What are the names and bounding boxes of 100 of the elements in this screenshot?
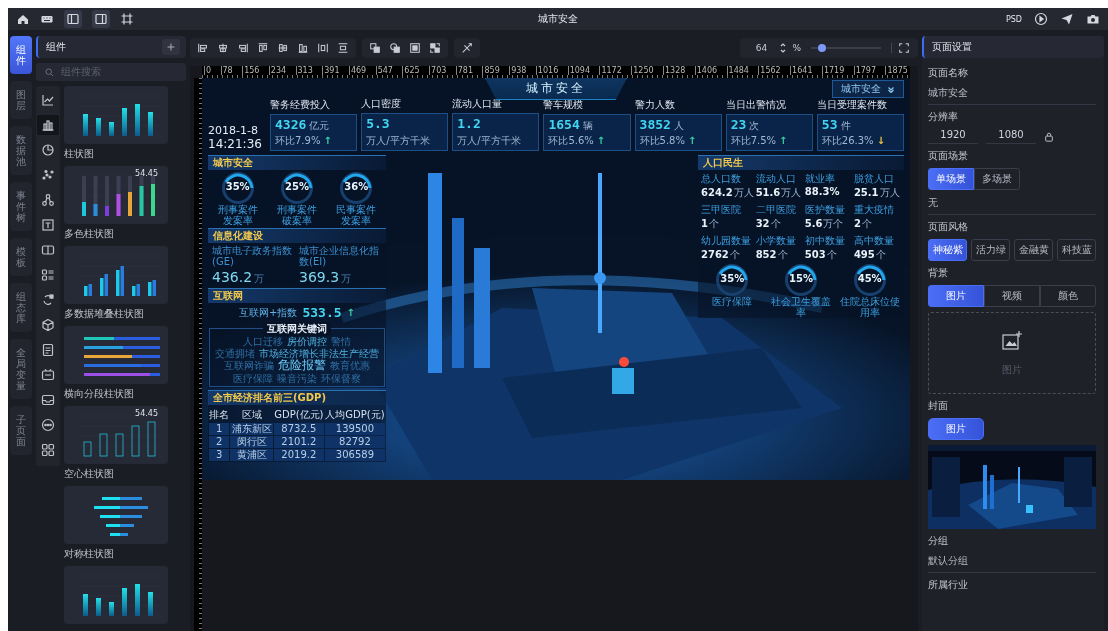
scene-field[interactable]: 无	[928, 195, 1096, 215]
width-field[interactable]: 1920	[928, 129, 978, 144]
gauge-arc	[787, 265, 817, 281]
gauge-value: 36%	[343, 181, 370, 192]
metric-unit: 万个	[823, 217, 844, 231]
stat-change: 环比5.8%	[639, 134, 685, 148]
align-icon[interactable]	[315, 42, 331, 54]
field-label: 页面风格	[928, 220, 969, 234]
gauge-label: 刑事案件发案率	[216, 204, 259, 226]
keyword: 交通拥堵	[215, 347, 255, 359]
play-icon[interactable]	[1034, 12, 1048, 26]
keyword-title: 互联网关键词	[263, 322, 331, 336]
option-button[interactable]: 单场景	[928, 168, 974, 190]
stat-unit: 件	[840, 119, 851, 133]
group-icon[interactable]	[367, 42, 383, 54]
name-field[interactable]: 城市安全	[928, 85, 1096, 105]
ruler-label: 78	[220, 66, 233, 75]
stat-label: 警务经费投入	[270, 98, 331, 112]
height-field[interactable]: 1080	[986, 129, 1036, 144]
metric-unit: 万	[254, 272, 265, 286]
stepper-icon[interactable]	[780, 42, 787, 54]
ruler-label: 391	[322, 66, 340, 75]
export-format-button[interactable]: PSD	[1005, 14, 1022, 24]
option-button[interactable]: 图片	[928, 285, 984, 307]
chart-thumbnail[interactable]: 54.45	[64, 166, 168, 224]
frame-icon[interactable]	[120, 12, 134, 26]
stat-label: 流动人口量	[452, 97, 504, 111]
cover-button[interactable]: 图片	[928, 418, 984, 440]
table-cell: 2101.2	[273, 436, 324, 449]
ruler-label: 313	[295, 66, 313, 75]
option-button[interactable]: 科技蓝	[1057, 239, 1096, 261]
zoom-field[interactable]: 64	[748, 43, 775, 53]
stat-value: 5.3	[366, 116, 390, 131]
table-cell: 3	[209, 449, 230, 462]
stat-value: 1.2	[457, 116, 481, 131]
ruler-label: 1641	[790, 66, 813, 75]
metric-unit: 个	[861, 217, 872, 231]
group-icon[interactable]	[407, 42, 423, 54]
option-button[interactable]: 活力绿	[971, 239, 1010, 261]
up-arrow: ↑	[779, 135, 788, 146]
lock-icon[interactable]	[1044, 131, 1054, 142]
gauge-arc	[343, 173, 372, 189]
component-label: 对称柱状图	[64, 547, 115, 561]
option-button[interactable]: 视频	[984, 285, 1040, 307]
stat-label: 警力人数	[634, 98, 676, 112]
side-tab[interactable]: 事件树	[10, 182, 32, 231]
component-label: 横向分段柱状图	[64, 387, 135, 401]
add-button[interactable]	[162, 39, 180, 55]
home-icon[interactable]	[16, 12, 30, 26]
metric-unit: 万人	[879, 186, 900, 200]
table-cell: 139500	[324, 423, 385, 436]
stat-change: 环比26.3%	[821, 134, 874, 148]
side-tab[interactable]: 全局变量	[10, 339, 32, 399]
side-tab[interactable]: 模板	[10, 238, 32, 276]
option-button[interactable]: 金融黄	[1014, 239, 1053, 261]
stat-unit: 万人/平方千米	[457, 134, 521, 148]
keyword: 教育优惠	[330, 360, 370, 372]
camera-icon[interactable]	[1086, 12, 1100, 26]
search-icon	[44, 66, 55, 78]
stat-unit: 亿元	[309, 119, 330, 133]
scene-selector[interactable]: 城市安全	[832, 80, 904, 98]
field-label: 分组	[928, 534, 949, 548]
option-button[interactable]: 多场景	[974, 168, 1020, 190]
option-button[interactable]: 神秘紫	[928, 239, 967, 261]
metric-value: 88.3%	[804, 186, 840, 197]
chart-thumbnail[interactable]: 54.45	[64, 406, 168, 464]
bar-chart-icon[interactable]	[37, 115, 59, 135]
dashboard-title: 城市安全	[485, 78, 627, 100]
side-tab[interactable]: 图层	[10, 81, 32, 119]
keyword: 人口迁移	[243, 336, 283, 348]
stat-label: 警车规模	[543, 98, 585, 112]
metric-value: 1	[701, 218, 708, 229]
metric-unit: 个	[777, 248, 788, 262]
plus-icon	[165, 41, 177, 53]
fullscreen-icon[interactable]	[898, 42, 910, 54]
side-tab[interactable]: 子页面	[10, 406, 32, 455]
keyword: 环保督察	[321, 372, 361, 385]
option-button[interactable]: 颜色	[1040, 285, 1096, 307]
field-label: 所属行业	[928, 578, 969, 592]
side-tab[interactable]: 组态库	[10, 283, 32, 332]
up-arrow: ↑	[346, 307, 355, 318]
group-icon[interactable]	[427, 42, 443, 54]
metric-value: 495	[853, 249, 875, 260]
gauge-value: 25%	[284, 181, 310, 192]
date-label: 2018-1-8	[208, 124, 259, 137]
group-icon[interactable]	[387, 42, 403, 54]
side-tab[interactable]: 组件	[10, 36, 32, 74]
gauge-value: 35%	[719, 273, 746, 284]
side-tab[interactable]: 数据池	[10, 126, 32, 175]
send-icon[interactable]	[1060, 12, 1074, 26]
right-panel-toggle[interactable]	[92, 10, 110, 28]
gauge-label: 刑事案件破案率	[276, 204, 318, 226]
up-arrow: ↑	[596, 135, 606, 146]
slider-thumb[interactable]	[817, 44, 826, 52]
left-panel-toggle[interactable]	[64, 10, 82, 28]
metric-label: 脱贫人口	[853, 172, 895, 186]
group-field[interactable]: 默认分组	[928, 553, 1096, 573]
ruler-label: 1406	[694, 66, 718, 75]
metric-unit: 个	[826, 248, 837, 262]
metric-label: 重大疫情	[853, 203, 895, 217]
